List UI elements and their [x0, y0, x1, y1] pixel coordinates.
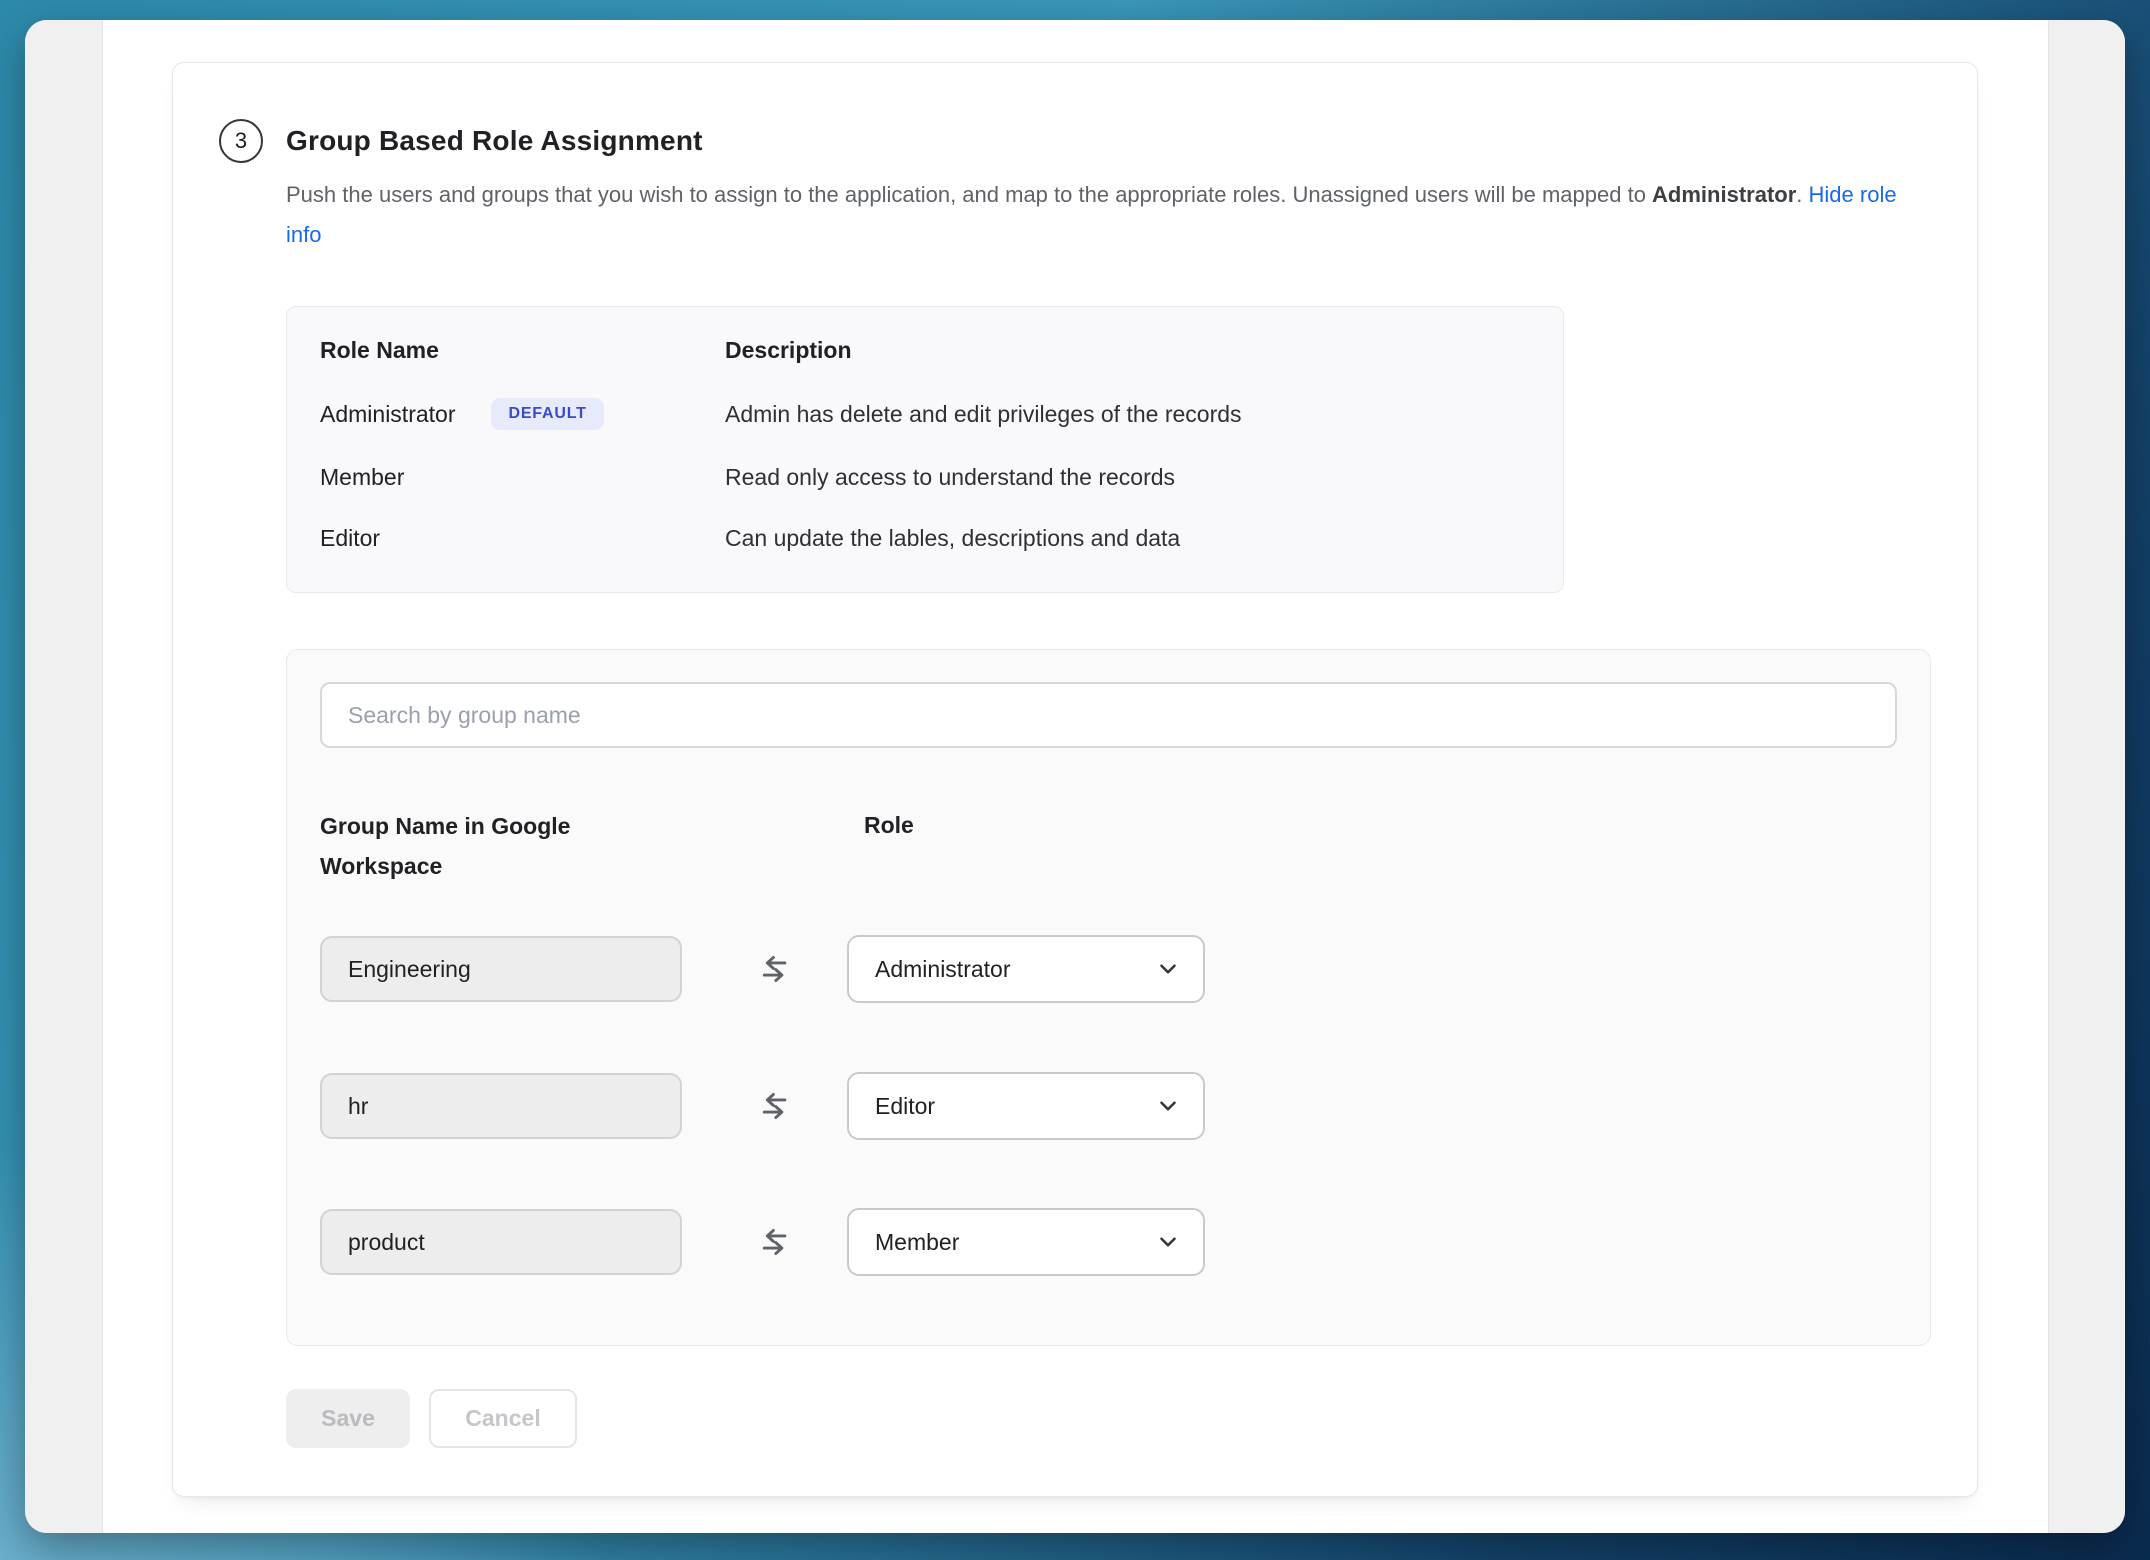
chevron-down-icon	[1155, 1229, 1181, 1255]
group-mapping-panel: Group Name in Google Workspace Role Admi…	[286, 649, 1931, 1346]
role-select-value: Administrator	[875, 956, 1010, 983]
mapping-row-engineering: Administrator	[320, 935, 1897, 1003]
description-period: .	[1796, 182, 1808, 207]
description-text: Push the users and groups that you wish …	[286, 182, 1652, 207]
chevron-down-icon	[1155, 1093, 1181, 1119]
default-badge: DEFAULT	[491, 398, 603, 430]
role-name: Member	[320, 464, 404, 491]
step-number-badge: 3	[219, 119, 263, 163]
role-description: Read only access to understand the recor…	[725, 464, 1530, 491]
role-select[interactable]: Editor	[847, 1072, 1205, 1140]
role-select[interactable]: Member	[847, 1208, 1205, 1276]
roles-table-header-row: Role Name Description	[320, 329, 1530, 382]
table-row: Editor Can update the lables, descriptio…	[320, 509, 1530, 570]
description-column-header: Description	[725, 337, 1530, 364]
step-number: 3	[235, 128, 247, 154]
form-actions: Save Cancel	[286, 1389, 577, 1448]
search-input[interactable]	[320, 682, 1897, 748]
group-role-assignment-card: 3 Group Based Role Assignment Push the u…	[172, 62, 1978, 1497]
section-description: Push the users and groups that you wish …	[286, 175, 1906, 255]
role-select[interactable]: Administrator	[847, 935, 1205, 1003]
role-description: Admin has delete and edit privileges of …	[725, 401, 1530, 428]
table-row: Member Read only access to understand th…	[320, 448, 1530, 509]
role-name-column-header: Role Name	[320, 337, 725, 364]
page-gutter-right	[2048, 20, 2125, 1533]
app-window: 3 Group Based Role Assignment Push the u…	[25, 20, 2125, 1533]
group-name-field[interactable]	[320, 1073, 682, 1139]
cancel-button[interactable]: Cancel	[429, 1389, 577, 1448]
chevron-down-icon	[1155, 956, 1181, 982]
page-gutter-left	[25, 20, 103, 1533]
roles-info-table: Role Name Description Administrator DEFA…	[286, 306, 1564, 593]
role-name: Editor	[320, 525, 380, 552]
group-name-column-header: Group Name in Google Workspace	[320, 806, 640, 886]
role-name: Administrator	[320, 401, 455, 428]
mapping-row-product: Member	[320, 1208, 1897, 1276]
page-title: Group Based Role Assignment	[286, 125, 703, 157]
role-select-value: Editor	[875, 1093, 935, 1120]
table-row: Administrator DEFAULT Admin has delete a…	[320, 382, 1530, 448]
role-column-header: Role	[864, 812, 914, 839]
role-description: Can update the lables, descriptions and …	[725, 525, 1530, 552]
swap-arrows-icon	[757, 952, 791, 986]
mapping-row-hr: Editor	[320, 1072, 1897, 1140]
role-select-value: Member	[875, 1229, 959, 1256]
swap-arrows-icon	[757, 1089, 791, 1123]
group-name-field[interactable]	[320, 1209, 682, 1275]
group-name-field[interactable]	[320, 936, 682, 1002]
save-button[interactable]: Save	[286, 1389, 410, 1448]
description-default-role: Administrator	[1652, 182, 1796, 207]
swap-arrows-icon	[757, 1225, 791, 1259]
